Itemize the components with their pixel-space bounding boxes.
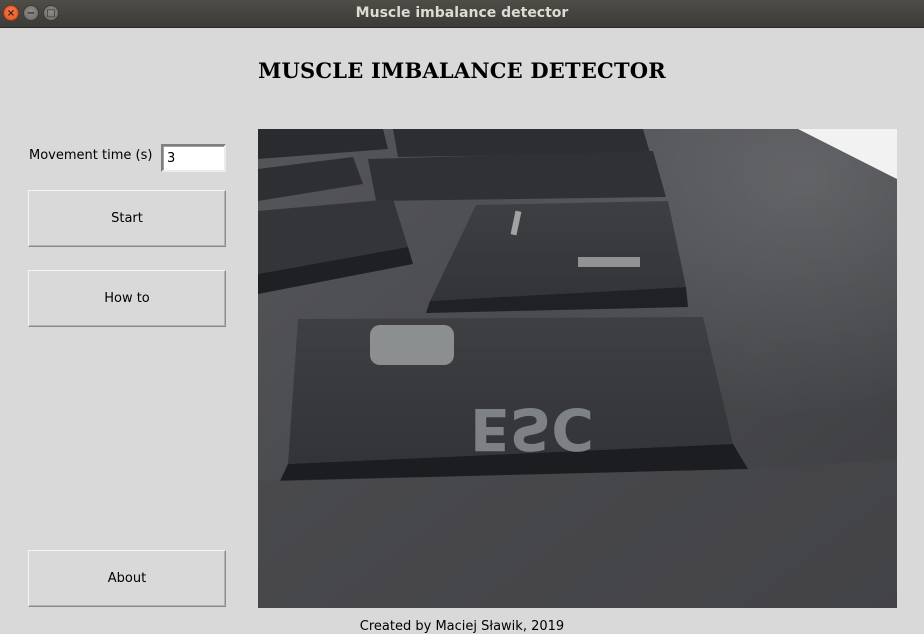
window-title: Muscle imbalance detector [355, 5, 569, 21]
start-button[interactable]: Start [28, 190, 226, 247]
footer-credit: Created by Maciej Sławik, 2019 [359, 619, 565, 634]
app-heading: MUSCLE IMBALANCE DETECTOR [258, 58, 666, 83]
window-titlebar[interactable]: × − □ Muscle imbalance detector [0, 0, 924, 28]
esc-key-legend: ESC [470, 395, 594, 463]
movement-time-input[interactable] [161, 144, 226, 172]
camera-frame-image: ESC [258, 129, 897, 608]
about-button[interactable]: About [28, 550, 226, 607]
camera-feed: ESC [258, 129, 897, 608]
how-to-button[interactable]: How to [28, 270, 226, 327]
movement-time-label: Movement time (s) [29, 148, 153, 163]
